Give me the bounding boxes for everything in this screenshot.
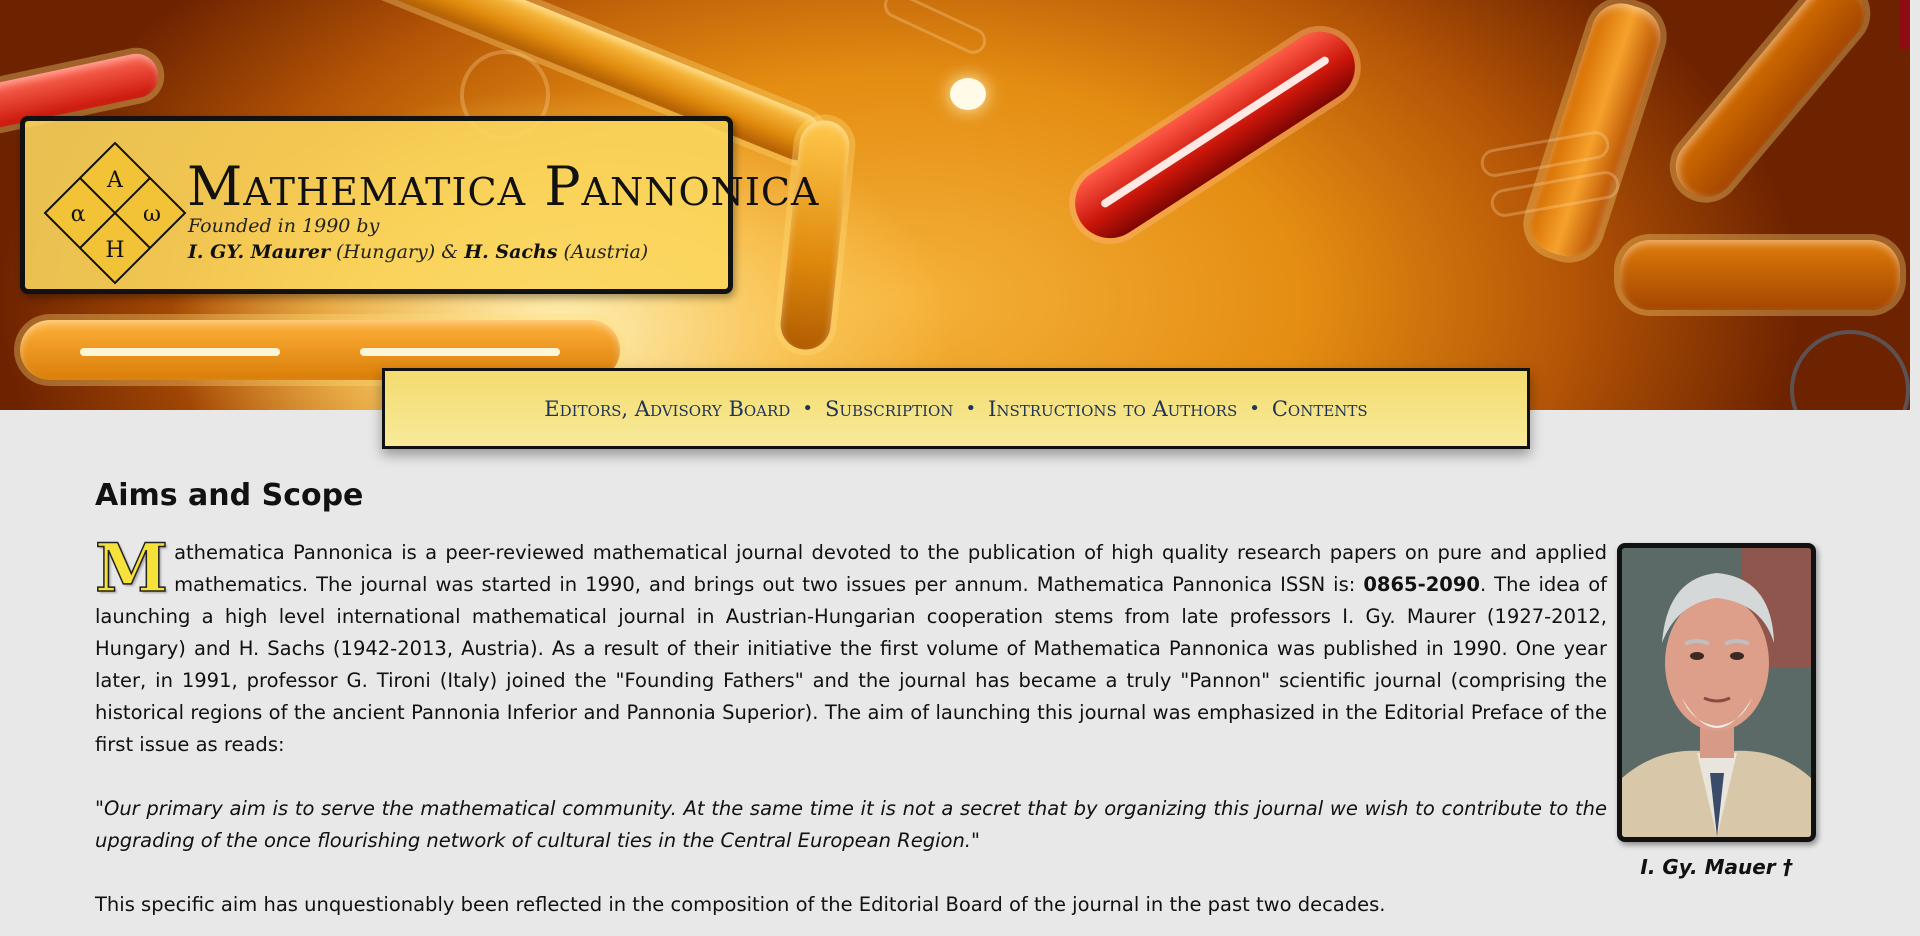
portrait-caption: I. Gy. Mauer † [1640, 855, 1793, 879]
decor-red-highlight [1099, 55, 1331, 209]
logo-letter-top: A [106, 168, 124, 193]
founder-2-country: (Austria) [563, 241, 649, 263]
decor-orange-z-2 [1663, 0, 1877, 209]
decor-glow-dot [950, 78, 986, 110]
nav-link-editors[interactable]: Editors, Advisory Board [544, 397, 790, 421]
nav-separator: • [1249, 398, 1260, 419]
decor-ring-2 [1790, 330, 1910, 410]
logo-letter-left: α [71, 202, 86, 227]
founder-2-name: H. Sachs [464, 241, 558, 263]
decor-outline-pill-3 [879, 0, 991, 59]
logo-letter-right: ω [143, 202, 161, 227]
portrait-image [1622, 548, 1811, 837]
logo-letter-bottom: H [105, 238, 124, 263]
journal-logo: A α ω H [43, 141, 187, 285]
site-title: Mathematica Pannonica [187, 155, 820, 218]
site-title-box: A α ω H Mathematica Pannonica Founded in… [20, 116, 818, 294]
founded-line: Founded in 1990 by [188, 215, 380, 237]
founders-amp: & [441, 241, 459, 263]
decor-red-edge [1900, 0, 1910, 50]
page-heading: Aims and Scope [95, 478, 364, 513]
nav-link-contents[interactable]: Contents [1272, 397, 1368, 421]
portrait-photo [1617, 543, 1816, 842]
decor-highlight-line-2 [360, 348, 560, 356]
intro-text-part-2: . The idea of launching a high level int… [95, 573, 1607, 756]
issn-value: 0865-2090 [1363, 573, 1480, 596]
nav-separator: • [802, 398, 813, 419]
intro-paragraph: Mathematica Pannonica is a peer-reviewed… [94, 529, 1607, 761]
main-nav: Editors, Advisory Board • Subscription •… [382, 368, 1530, 449]
main-content: Aims and Scope Mathematica Pannonica is … [94, 478, 1607, 921]
founder-1-country: (Hungary) [336, 241, 436, 263]
nav-link-instructions[interactable]: Instructions to Authors [988, 397, 1237, 421]
founders-line: I. GY. Maurer (Hungary) & H. Sachs (Aust… [188, 241, 648, 263]
decor-highlight-line [80, 348, 280, 356]
founder-1-name: I. GY. Maurer [188, 241, 330, 263]
decor-orange-z-3 [1620, 240, 1900, 310]
closing-paragraph: This specific aim has unquestionably bee… [95, 893, 1386, 916]
drop-cap: M [94, 529, 169, 607]
nav-link-subscription[interactable]: Subscription [825, 397, 953, 421]
nav-separator: • [965, 398, 977, 419]
editorial-quote: "Our primary aim is to serve the mathema… [95, 797, 1607, 852]
